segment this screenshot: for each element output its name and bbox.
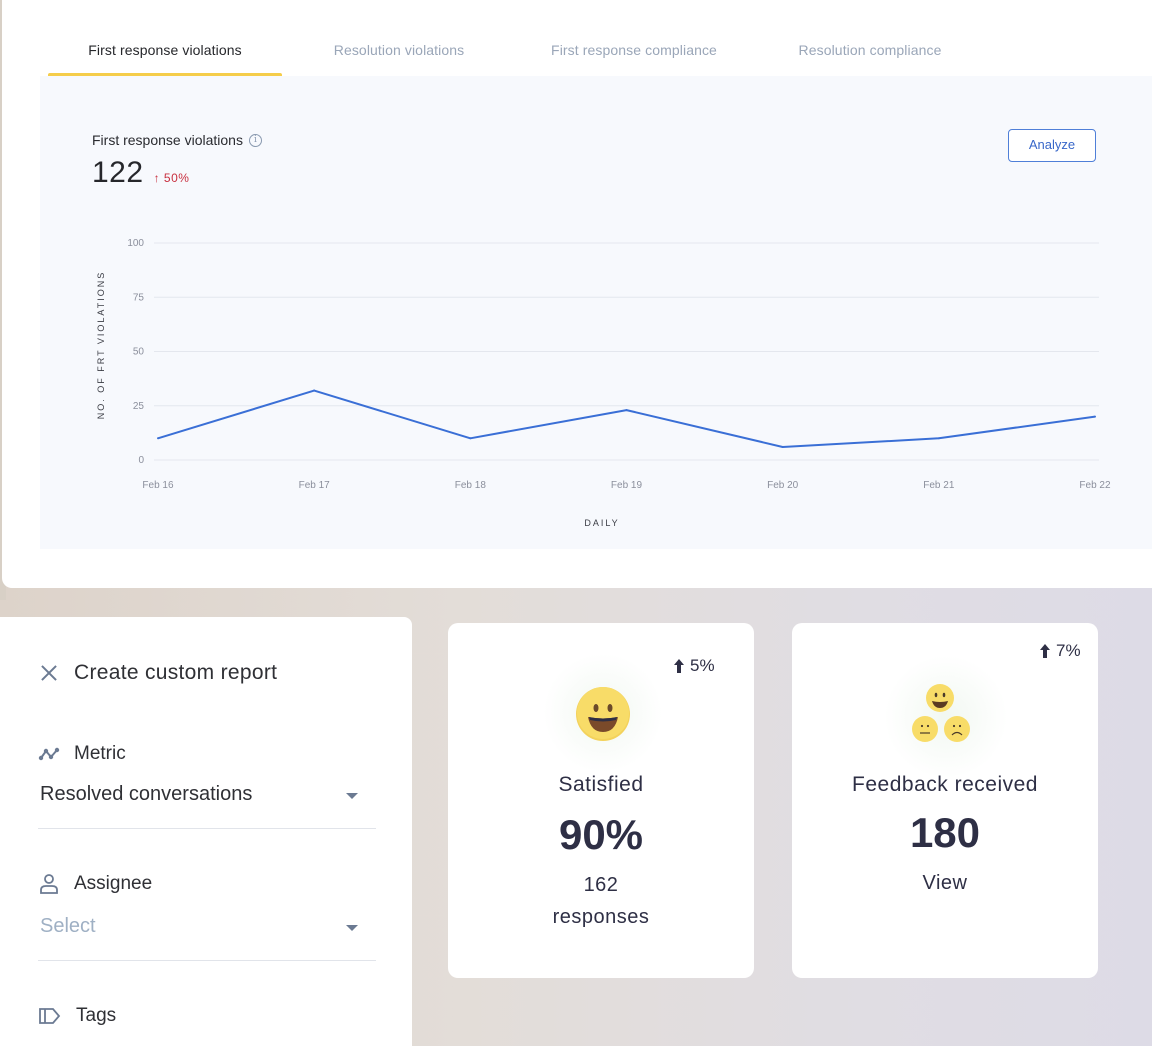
metric-select[interactable]: Resolved conversations xyxy=(38,783,376,829)
satisfied-card: 5% Satisfied 90% 162 responses xyxy=(448,623,754,978)
x-tick-label: Feb 22 xyxy=(1079,480,1111,491)
satisfied-change-value: 5% xyxy=(690,656,715,675)
data-point[interactable] xyxy=(625,409,628,412)
feedback-card: 7% Feedback received 180 View xyxy=(792,623,1098,978)
tags-label: Tags xyxy=(76,1005,117,1026)
x-tick-label: Feb 19 xyxy=(611,480,643,491)
arrow-up-icon xyxy=(1040,644,1050,658)
tab-bar: First response violations Resolution vio… xyxy=(48,30,988,76)
y-axis-label: NO. OF FRT VIOLATIONS xyxy=(96,271,106,420)
x-axis-label: DAILY xyxy=(584,518,619,528)
series-line xyxy=(157,389,1096,448)
x-tick-label: Feb 20 xyxy=(767,480,799,491)
tab-resolution-compliance[interactable]: Resolution compliance xyxy=(752,30,988,76)
responses-count: 162 xyxy=(583,874,619,896)
data-point[interactable] xyxy=(937,437,940,440)
tab-first-response-violations[interactable]: First response violations xyxy=(48,30,282,76)
feedback-value: 180 xyxy=(909,809,981,856)
line-chart: 0 25 50 75 100 Feb 16 Feb 17 Feb 18 Feb 19 Feb 2… xyxy=(96,238,1111,528)
x-tick-label: Feb 17 xyxy=(299,480,331,491)
x-tick-label: Feb 16 xyxy=(142,480,174,491)
report-header: Create custom report xyxy=(38,661,277,685)
feedback-change: 7% xyxy=(1040,641,1081,661)
chart-card: First response violations i 122 ↑ 50% An… xyxy=(40,76,1152,549)
assignee-field-label: Assignee xyxy=(38,873,152,895)
feedback-faces-icon xyxy=(912,684,970,742)
y-tick-label: 25 xyxy=(133,401,145,412)
chevron-down-icon xyxy=(346,925,358,931)
metric-label: Metric xyxy=(74,743,126,764)
y-tick-label: 100 xyxy=(127,238,144,249)
metric-select-value: Resolved conversations xyxy=(40,783,253,805)
user-icon xyxy=(40,874,58,894)
tab-first-response-compliance[interactable]: First response compliance xyxy=(516,30,752,76)
report-title: Create custom report xyxy=(74,661,278,684)
y-tick-label: 0 xyxy=(138,455,144,466)
tag-icon xyxy=(39,1008,61,1024)
metric-icon xyxy=(38,747,60,761)
tags-field-label: Tags xyxy=(38,1005,116,1027)
custom-report-panel: Create custom report Metric Resolved con… xyxy=(0,617,412,1046)
data-point[interactable] xyxy=(781,445,784,448)
assignee-select[interactable]: Select xyxy=(38,915,376,961)
satisfied-change: 5% xyxy=(674,656,715,676)
view-link[interactable]: View xyxy=(792,867,1098,899)
chevron-down-icon xyxy=(346,793,358,799)
y-tick-label: 50 xyxy=(133,347,145,358)
violations-panel: First response violations Resolution vio… xyxy=(2,0,1152,588)
satisfied-label: Satisfied xyxy=(558,773,644,796)
x-tick-label: Feb 21 xyxy=(923,480,955,491)
tab-resolution-violations[interactable]: Resolution violations xyxy=(282,30,516,76)
feedback-change-value: 7% xyxy=(1056,641,1081,660)
y-tick-label: 75 xyxy=(133,292,145,303)
responses-label: responses xyxy=(552,906,650,928)
arrow-up-icon xyxy=(674,659,684,673)
assignee-select-placeholder: Select xyxy=(40,915,96,937)
data-point[interactable] xyxy=(469,437,472,440)
data-point[interactable] xyxy=(313,389,316,392)
happy-face-icon xyxy=(576,687,630,741)
feedback-label: Feedback received xyxy=(852,773,1038,796)
metric-field-label: Metric xyxy=(38,743,126,765)
data-point[interactable] xyxy=(1094,415,1096,418)
assignee-label: Assignee xyxy=(74,873,153,894)
x-tick-label: Feb 18 xyxy=(455,480,487,491)
satisfied-value: 90% xyxy=(558,811,644,858)
close-icon[interactable] xyxy=(38,662,60,684)
data-point[interactable] xyxy=(157,437,159,440)
